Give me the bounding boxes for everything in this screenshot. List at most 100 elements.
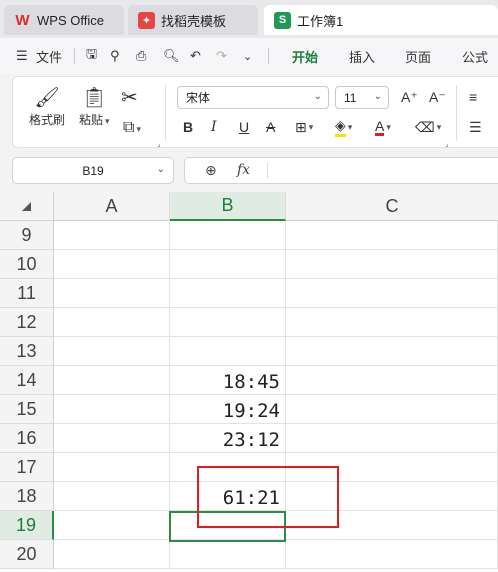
tab-template[interactable]: ✦ 找稻壳模板: [128, 5, 258, 35]
bold-button[interactable]: B: [183, 117, 193, 137]
row-header-16[interactable]: 16: [0, 424, 54, 453]
cell-b14[interactable]: 18:45: [170, 366, 286, 395]
row-header-18[interactable]: 18: [0, 482, 54, 511]
menu-insert[interactable]: 插入: [349, 38, 375, 74]
cell-b12[interactable]: [170, 308, 286, 337]
cell-a16[interactable]: [54, 424, 170, 453]
tab-bar: W WPS Office ✦ 找稻壳模板 S 工作簿1: [0, 0, 498, 38]
decrease-font-button[interactable]: A⁻: [429, 87, 446, 107]
column-header-c[interactable]: C: [286, 192, 498, 221]
cell-a19[interactable]: [54, 511, 170, 540]
share-icon[interactable]: ⚲: [110, 38, 120, 74]
cell-b13[interactable]: [170, 337, 286, 366]
fx-icon[interactable]: fx: [237, 162, 250, 178]
copy-button[interactable]: ⧉ ▾: [123, 115, 141, 142]
cell-b10[interactable]: [170, 250, 286, 279]
chevron-down-icon: ⌄: [373, 91, 382, 102]
tab-workbook[interactable]: S 工作簿1: [264, 5, 498, 35]
fill-color-button[interactable]: ◈ ▾: [335, 117, 352, 137]
cell-a15[interactable]: [54, 395, 170, 424]
cell-c15[interactable]: [286, 395, 498, 424]
cell-c11[interactable]: [286, 279, 498, 308]
menu-file[interactable]: 文件: [36, 38, 62, 74]
cell-b15[interactable]: 19:24: [170, 395, 286, 424]
font-color-button[interactable]: A ▾: [375, 117, 391, 137]
tab-label: 找稻壳模板: [161, 13, 227, 29]
redo-icon[interactable]: ↷: [216, 38, 227, 74]
chevron-down-icon: ⌄: [156, 164, 165, 175]
row-header-9[interactable]: 9: [0, 221, 54, 250]
row-header-14[interactable]: 14: [0, 366, 54, 395]
cell-a13[interactable]: [54, 337, 170, 366]
tab-wps-office[interactable]: W WPS Office: [4, 5, 124, 35]
strikethrough-button[interactable]: A: [266, 117, 275, 137]
menu-home[interactable]: 开始: [292, 38, 318, 74]
menu-icon[interactable]: ☰: [16, 38, 28, 74]
row-header-17[interactable]: 17: [0, 453, 54, 482]
align-left-icon[interactable]: ☰: [469, 117, 482, 137]
cell-c9[interactable]: [286, 221, 498, 250]
italic-button[interactable]: I: [211, 117, 217, 137]
cell-a12[interactable]: [54, 308, 170, 337]
format-painter-label: 格式刷: [29, 113, 66, 127]
cell-c12[interactable]: [286, 308, 498, 337]
dialog-launcher-icon[interactable]: ⌟: [445, 139, 449, 148]
cell-b16[interactable]: 23:12: [170, 424, 286, 453]
cell-a10[interactable]: [54, 250, 170, 279]
cell-b9[interactable]: [170, 221, 286, 250]
cut-button[interactable]: ✂: [121, 85, 138, 111]
cell-a14[interactable]: [54, 366, 170, 395]
menu-formula[interactable]: 公式: [462, 38, 488, 74]
font-size-select[interactable]: 11 ⌄: [335, 86, 389, 109]
increase-font-button[interactable]: A⁺: [401, 87, 418, 107]
formula-bar[interactable]: ⊕ fx: [184, 157, 498, 184]
clipboard-icon: 📋︎: [81, 87, 107, 109]
cell-a20[interactable]: [54, 540, 170, 569]
tab-label: WPS Office: [37, 12, 104, 28]
row-header-19[interactable]: 19: [0, 511, 54, 540]
cell-b11[interactable]: [170, 279, 286, 308]
cell-b20[interactable]: [170, 540, 286, 569]
cell-c13[interactable]: [286, 337, 498, 366]
clear-format-button[interactable]: ⌫ ▾: [415, 117, 441, 137]
chevron-down-icon[interactable]: ⌄: [243, 38, 252, 74]
paste-label: 粘贴: [79, 113, 104, 127]
select-all-corner[interactable]: [0, 192, 54, 221]
column-header-b[interactable]: B: [170, 192, 286, 221]
paste-button[interactable]: 📋︎ 粘贴 ▾: [79, 85, 110, 128]
row-header-15[interactable]: 15: [0, 395, 54, 424]
dialog-launcher-icon[interactable]: ⌟: [157, 139, 161, 148]
scissors-icon: ✂: [121, 87, 138, 109]
menu-bar: ☰ 文件 🖫 ⚲ ⎙ 🔍︎ ↶ ↷ ⌄ 开始 插入 页面 公式: [0, 38, 498, 74]
cell-c14[interactable]: [286, 366, 498, 395]
zoom-icon[interactable]: ⊕: [205, 162, 217, 179]
cell-c16[interactable]: [286, 424, 498, 453]
cell-a11[interactable]: [54, 279, 170, 308]
row-header-10[interactable]: 10: [0, 250, 54, 279]
menu-page[interactable]: 页面: [405, 38, 431, 74]
print-icon[interactable]: ⎙: [136, 38, 146, 74]
eraser-icon: ⌫: [415, 118, 435, 135]
row-header-13[interactable]: 13: [0, 337, 54, 366]
spreadsheet-grid[interactable]: A B C 9 10 11 12 13 14 18:45 15 19:24 16 23:12 17 18…: [0, 192, 498, 572]
font-name-select[interactable]: 宋体 ⌄: [177, 86, 329, 109]
print-preview-icon[interactable]: 🔍︎: [163, 38, 180, 74]
underline-button[interactable]: U: [239, 117, 249, 137]
cell-c10[interactable]: [286, 250, 498, 279]
format-painter-button[interactable]: 🖌︎ 格式刷: [29, 85, 65, 128]
annotation-highlight-box: [197, 466, 339, 528]
row-header-20[interactable]: 20: [0, 540, 54, 569]
cell-a9[interactable]: [54, 221, 170, 250]
cell-a18[interactable]: [54, 482, 170, 511]
cell-a17[interactable]: [54, 453, 170, 482]
row-header-11[interactable]: 11: [0, 279, 54, 308]
border-button[interactable]: ⊞ ▾: [295, 117, 313, 137]
row-header-12[interactable]: 12: [0, 308, 54, 337]
cell-c20[interactable]: [286, 540, 498, 569]
column-header-a[interactable]: A: [54, 192, 170, 221]
undo-icon[interactable]: ↶: [190, 38, 201, 74]
name-box[interactable]: B19 ⌄: [12, 157, 174, 184]
wps-logo-icon: W: [15, 11, 30, 29]
save-icon[interactable]: 🖫: [86, 38, 97, 74]
align-top-icon[interactable]: ≡: [469, 87, 477, 107]
